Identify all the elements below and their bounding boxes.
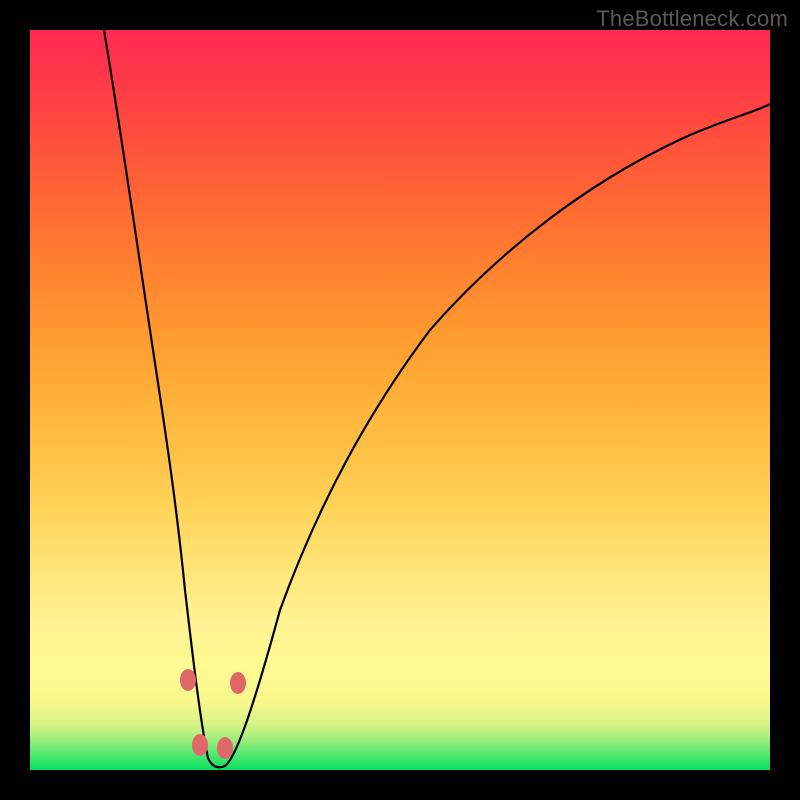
marker-right-lower xyxy=(217,737,233,759)
marker-right-upper xyxy=(230,672,246,694)
marker-left-upper xyxy=(180,669,196,691)
bottleneck-curve xyxy=(30,30,770,770)
curve-path xyxy=(104,30,770,767)
marker-left-lower xyxy=(192,734,208,756)
chart-frame: TheBottleneck.com xyxy=(0,0,800,800)
plot-area xyxy=(30,30,770,770)
watermark-text: TheBottleneck.com xyxy=(596,6,788,32)
